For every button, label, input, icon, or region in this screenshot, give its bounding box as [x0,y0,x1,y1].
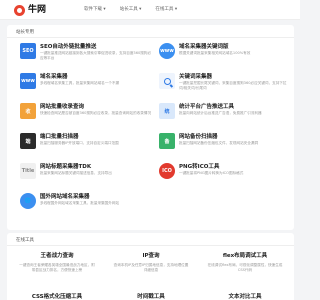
util-name: IP查询 [142,253,160,259]
tool-name: 域名采集器 [40,74,68,80]
tool-desc: 批量扫描网站备份压缩包文件，发现网站安全漏洞 [179,141,259,145]
util-ip-lookup[interactable]: IP查询 查询本机IP及任意IP归属地信息，支持地理位置详细信息 [106,251,196,291]
tool-domain-collector[interactable]: www 域名采集器 多线程域名采集工具，批量采集网站域名一个不漏 [20,72,150,94]
tool-name: 统计平台广告推送工具 [179,104,235,110]
tool-index-check[interactable]: 收 网站批量收录查询 快速检查网站是否被百度360搜狗必应收录，批量查询网站的收… [20,102,152,124]
online-tools-card: 在线工具 王者战力查询 一键查询王者荣耀各英雄全国最低战力地区，附带县区战力排名… [7,233,294,300]
main-nav: 软件下载 ▾ 站长工具 ▾ 在线工具 ▾ [84,0,191,20]
tool-desc: 一键批量挖掘长尾关键词，采集百度搜狗360必应关键词，支持下拉词/相关词/长尾词 [179,81,287,90]
tool-domain-keyword[interactable]: www 域名采集器关键词版 根据关键词批量采集相关网站域名100%有效 [159,42,289,64]
tool-name: 关键词采集器 [179,74,213,80]
tool-desc: 一键批量将PNG图片转换为ICO图标格式 [179,171,244,175]
ico-convert-icon: ICO [159,163,175,179]
title-tdk-icon: Title [20,163,36,179]
tool-desc: 批量向网站统计后台推送广告语，免费推广引流利器 [179,111,262,115]
tool-seo-push[interactable]: SEO SEO自动外链批量推送 一键批量推送网站链接到各大搜索引擎促进收录，支持… [20,42,152,64]
backup-scan-icon: 备 [159,133,175,149]
tool-png-to-ico[interactable]: ICO PNG转ICO工具 一键批量将PNG图片转换为ICO图标格式 [159,162,289,184]
tool-name: 网站标题采集器TDK [40,164,92,170]
util-desc: 查询本机IP及任意IP归属地信息，支持地理位置详细信息 [113,263,189,272]
tool-name: 端口批量扫描器 [40,134,79,140]
tool-desc: 多线程域名采集工具，批量采集网站域名一个不漏 [40,81,120,85]
tool-stats-push[interactable]: 统 统计平台广告推送工具 批量向网站统计后台推送广告语，免费推广引流利器 [159,102,289,124]
tool-desc: 根据关键词批量采集相关网站域名100%有效 [179,51,251,55]
search-icon [159,73,175,89]
top-navigation-bar: 牛网 软件下载 ▾ 站长工具 ▾ 在线工具 ▾ [0,0,300,20]
tool-name: 网站批量收录查询 [40,104,85,110]
util-flex-debug[interactable]: flex布局调试工具 在线调试flex布局，可视化调整属性，快速生成CSS代码 [200,251,290,291]
util-name: flex布局调试工具 [222,253,268,259]
domain-collector-icon: www [20,73,36,89]
util-desc: 一键查询王者荣耀各英雄全国最低战力地区，附带县区战力排名，方便快速上榜 [19,263,95,272]
tool-backup-scan[interactable]: 备 网站备份扫描器 批量扫描网站备份压缩包文件，发现网站安全漏洞 [159,132,289,154]
tool-desc: 批量采集网站标题关键词描述信息，支持导出 [40,171,112,175]
util-text-diff[interactable]: 文本对比工具 [200,292,290,300]
tool-desc: 多线程国外网站域名采集工具，批量采集国外网站 [40,201,120,205]
port-scan-icon: 端 [20,133,36,149]
nav-item-online[interactable]: 在线工具 ▾ [155,0,177,20]
section-title: 在线工具 [16,238,34,243]
tool-name: PNG转ICO工具 [179,164,220,170]
index-check-icon: 收 [20,103,36,119]
tool-desc: 一键批量推送网站链接到各大搜索引擎促进收录，支持百度360搜狗必应等平台 [40,51,152,60]
logo-icon [14,4,25,16]
util-name: 王者战力查询 [40,253,74,259]
logo-text: 牛网 [28,5,47,15]
tool-title-tdk[interactable]: Title 网站标题采集器TDK 批量采集网站标题关键词描述信息，支持导出 [20,162,150,184]
tool-port-scan[interactable]: 端 端口批量扫描器 批量扫描服务器IP开放端口，支持自定义端口范围 [20,132,150,154]
util-timestamp[interactable]: 时间戳工具 [106,292,196,300]
util-css-format[interactable]: CSS格式化压缩工具 [12,292,102,300]
stats-push-icon: 统 [159,103,175,119]
seo-tools-card: 站长专用 SEO SEO自动外链批量推送 一键批量推送网站链接到各大搜索引擎促进… [7,25,294,230]
tool-name: 域名采集器关键词版 [179,44,229,50]
nav-item-webmaster[interactable]: 站长工具 ▾ [120,0,142,20]
nav-item-software[interactable]: 软件下载 ▾ [84,0,106,20]
util-desc: 在线调试flex布局，可视化调整属性，快速生成CSS代码 [207,263,283,272]
tool-name: 国外网站域名采集器 [40,194,90,200]
site-logo[interactable]: 牛网 [14,3,46,17]
foreign-domain-icon: 🌐 [20,193,36,209]
divider [7,37,294,38]
tool-foreign-domain[interactable]: 🌐 国外网站域名采集器 多线程国外网站域名采集工具，批量采集国外网站 [20,192,150,214]
tool-keyword-collector[interactable]: 关键词采集器 一键批量挖掘长尾关键词，采集百度搜狗360必应关键词，支持下拉词/… [159,72,289,94]
section-title: 站长专用 [16,30,34,35]
tool-name: 网站备份扫描器 [179,134,218,140]
seo-push-icon: SEO [20,43,36,59]
globe-icon: www [159,43,175,59]
divider [7,245,294,246]
tool-desc: 批量扫描服务器IP开放端口，支持自定义端口范围 [40,141,119,145]
util-kings-power[interactable]: 王者战力查询 一键查询王者荣耀各英雄全国最低战力地区，附带县区战力排名，方便快速… [12,251,102,291]
tool-desc: 快速检查网站是否被百度360搜狗必应收录，批量查询网站的收录情况 [40,111,152,115]
tool-name: SEO自动外链批量推送 [40,44,97,50]
